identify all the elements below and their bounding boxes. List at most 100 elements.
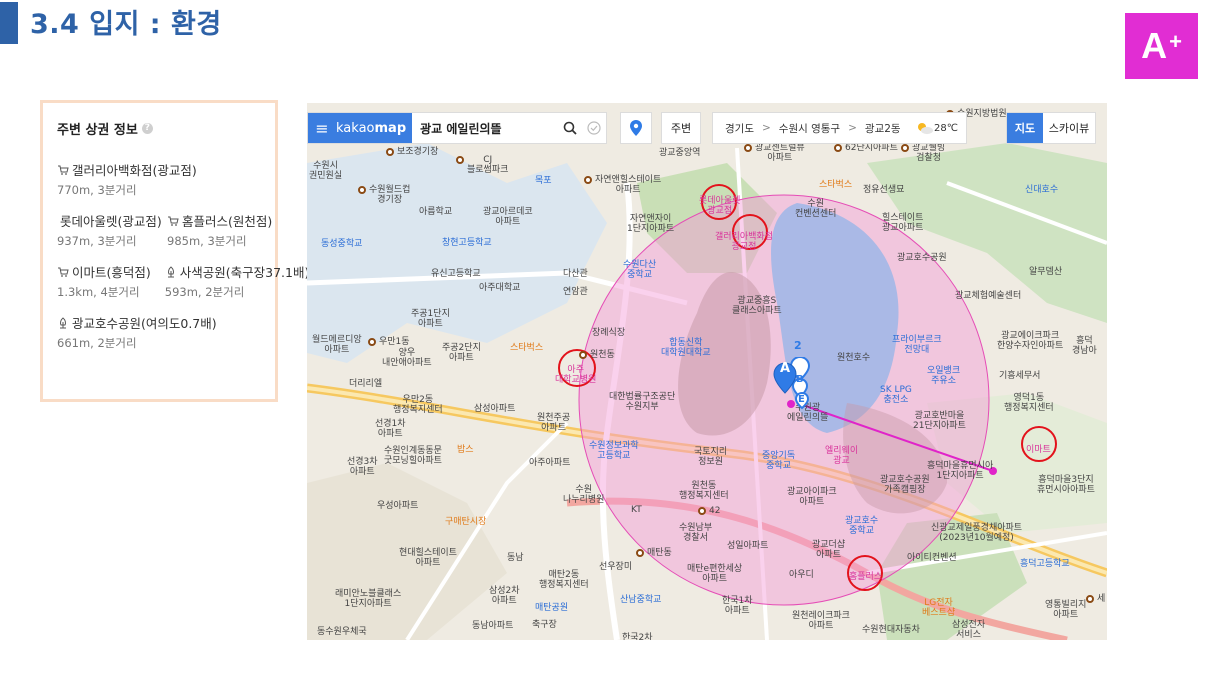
map-label[interactable]: 축구장 — [532, 620, 557, 630]
map-label[interactable]: SK LPG 충전소 — [880, 385, 912, 405]
facility-item[interactable]: 롯데아울렛(광교점) 937m, 3분거리 — [57, 211, 162, 249]
map-label[interactable]: 갤러리아백화점 광교점 — [715, 232, 773, 252]
map-label[interactable]: 영덕1동 행정복지센터 — [1004, 393, 1054, 413]
map-label[interactable]: 42 — [709, 506, 720, 516]
crumb-district[interactable]: 광교2동 — [865, 121, 901, 136]
map-label[interactable]: 힐스테이트 광교아파트 — [882, 213, 923, 233]
poi-marker-icon[interactable] — [368, 338, 376, 346]
map-label[interactable]: 합동신학 대학원대학교 — [661, 338, 711, 358]
map-label[interactable]: 아름학교 — [419, 207, 452, 217]
map-label[interactable]: 삼성전자 서비스 — [952, 620, 985, 640]
map-label[interactable]: 우만1동 — [379, 337, 410, 347]
map-label[interactable]: 수원 컨벤션센터 — [795, 199, 836, 219]
map-label[interactable]: 월드메르디앙 아파트 — [312, 335, 362, 355]
map-label[interactable]: 흥덕 경남아 — [1072, 336, 1097, 356]
map-label[interactable]: 광교아르데코 아파트 — [483, 207, 533, 227]
map-label[interactable]: 수원시 권민원실 — [309, 161, 342, 181]
map-label[interactable]: 정유선생묘 — [863, 185, 904, 195]
map-label[interactable]: 세 — [1097, 594, 1105, 604]
map-label[interactable]: 산남중학교 — [620, 595, 661, 605]
map-label[interactable]: 선우장미 — [599, 562, 632, 572]
map-label[interactable]: 한국2차 — [622, 633, 653, 640]
poi-marker-icon[interactable] — [636, 549, 644, 557]
map-label[interactable]: CJ 블로썸파크 — [467, 155, 508, 175]
facility-item[interactable]: 홈플러스(원천점) 985m, 3분거리 — [167, 211, 272, 249]
map-label[interactable]: 홈플러스 — [849, 572, 882, 582]
map-label[interactable]: 중앙기독 중학교 — [762, 451, 795, 471]
map-label[interactable]: 62단지아파트 — [845, 143, 898, 153]
map-label[interactable]: 신대호수 — [1025, 185, 1058, 195]
poi-marker-icon[interactable] — [456, 156, 464, 164]
map-type-map[interactable]: 지도 — [1007, 113, 1043, 143]
map-label[interactable]: KT — [631, 505, 642, 515]
map-label[interactable]: 대한법률구조공단 수원지부 — [609, 392, 675, 412]
map-label[interactable]: 현대힐스테이트 아파트 — [399, 548, 457, 568]
map-label[interactable]: 동남 — [507, 553, 524, 563]
poi-marker-icon[interactable] — [579, 351, 587, 359]
map-label[interactable]: 스타벅스 — [510, 343, 543, 353]
map-label[interactable]: 장례식장 — [592, 328, 625, 338]
map-label[interactable]: 수원정보과학 고등학교 — [589, 441, 639, 461]
map-label[interactable]: 아우디 — [789, 570, 814, 580]
map-label[interactable]: 선경3차 아파트 — [347, 457, 378, 477]
map-view[interactable]: 보조경기장 CJ 블로썸파크 수원시 권민원실 목포 수원월드컵 경기장 자연앤힐스테이트 아파트… — [307, 103, 1107, 640]
map-label[interactable]: 프라이부르크 전망대 — [892, 335, 942, 355]
map-label[interactable]: 매탄e편한세상 아파트 — [687, 564, 742, 584]
crumb-province[interactable]: 경기도 — [725, 121, 754, 136]
check-icon[interactable] — [582, 113, 606, 143]
region-breadcrumb[interactable]: 경기도 > 수원시 영통구 > 광교2동 28℃ — [712, 112, 967, 144]
map-label[interactable]: 자연앤힐스테이트 아파트 — [595, 175, 661, 195]
map-label[interactable]: 광교에이크파크 한양수자인아파트 — [997, 331, 1063, 351]
map-label[interactable]: 매탄공원 — [535, 603, 568, 613]
map-label[interactable]: 주공2단지 아파트 — [442, 343, 481, 363]
map-label[interactable]: 이마트 — [1026, 445, 1051, 455]
facility-item[interactable]: 갤러리아백화점(광교점) 770m, 3분거리 — [57, 160, 197, 198]
map-label[interactable]: 매탄동 — [647, 548, 672, 558]
map-label[interactable]: 수원인계동동문 굿모닝힐아파트 — [384, 446, 442, 466]
map-label[interactable]: 매탄2동 행정복지센터 — [539, 570, 589, 590]
map-label[interactable]: 원천동 — [590, 350, 615, 360]
pin-b[interactable]: B — [796, 375, 804, 385]
map-label[interactable]: 아주아파트 — [529, 458, 570, 468]
map-label[interactable]: 수원다산 중학교 — [623, 260, 656, 280]
map-label[interactable]: 동성중학교 — [321, 239, 362, 249]
poi-marker-icon[interactable] — [584, 176, 592, 184]
map-label[interactable]: 창현고등학교 — [442, 238, 492, 248]
poi-marker-icon[interactable] — [901, 144, 909, 152]
map-label[interactable]: 래미안노블클래스 1단지아파트 — [335, 589, 401, 609]
search-bar[interactable]: ≡ kakao map 광교 에일린의뜰 — [307, 112, 607, 144]
map-label[interactable]: 오일뱅크 주유소 — [927, 366, 960, 386]
map-label[interactable]: 수원 나누리병원 — [563, 485, 604, 505]
map-label[interactable]: 원천레이크파크 아파트 — [792, 611, 850, 631]
map-label[interactable]: 동남아파트 — [472, 621, 513, 631]
map-label[interactable]: 아주대학교 — [479, 283, 520, 293]
map-label[interactable]: 아주 대학교병원 — [555, 365, 596, 385]
poi-marker-icon[interactable] — [834, 144, 842, 152]
map-label[interactable]: 국토지리 정보원 — [694, 447, 727, 467]
pin-a[interactable]: A — [780, 362, 790, 375]
map-label[interactable]: 수원현대자동차 — [862, 625, 920, 635]
help-icon[interactable]: ? — [141, 123, 153, 134]
crumb-city[interactable]: 수원시 영통구 — [779, 121, 840, 136]
map-label[interactable]: 구매탄시장 — [445, 517, 486, 527]
map-label[interactable]: 광교아이파크 아파트 — [787, 487, 837, 507]
map-label[interactable]: 아이티컨벤션 — [907, 553, 957, 563]
map-label[interactable]: 흥덕마을3단지 휴먼시아아파트 — [1037, 475, 1095, 495]
map-label[interactable]: 우성아파트 — [377, 501, 418, 511]
map-label[interactable]: 영통빌리지 아파트 — [1045, 600, 1086, 620]
map-label[interactable]: 원천호수 — [837, 353, 870, 363]
map-label[interactable]: 연암관 — [563, 287, 588, 297]
search-icon[interactable] — [558, 113, 582, 143]
location-pin-button[interactable] — [620, 112, 652, 144]
map-label[interactable]: LG전자 베스트샵 — [922, 598, 955, 618]
map-label[interactable]: 광교호수공원 가족캠핑장 — [880, 475, 930, 495]
map-label[interactable]: 흥덕마을휴먼시아 1단지아파트 — [927, 461, 993, 481]
search-input[interactable]: 광교 에일린의뜰 — [412, 120, 558, 137]
facility-item[interactable]: 사색공원(축구장37.1배) 593m, 2분거리 — [165, 262, 310, 300]
map-label[interactable]: 스타벅스 — [819, 180, 852, 190]
around-button[interactable]: 주변 — [661, 112, 701, 144]
poi-marker-icon[interactable] — [698, 507, 706, 515]
map-label[interactable]: 밥스 — [457, 445, 474, 455]
map-label[interactable]: 수원월드컵 경기장 — [369, 185, 410, 205]
pin-e[interactable]: E — [798, 395, 805, 405]
